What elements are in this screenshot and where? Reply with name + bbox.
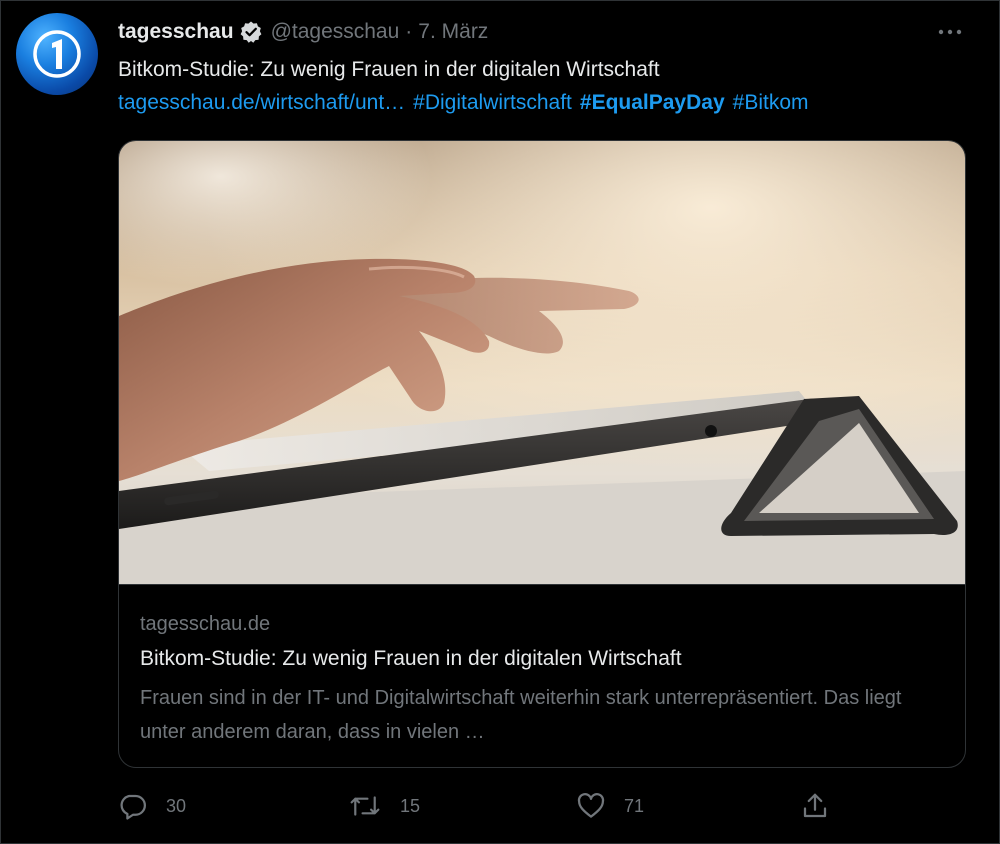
card-domain: tagesschau.de: [140, 613, 271, 635]
author-name[interactable]: tagesschau: [118, 20, 234, 44]
hashtag-digitalwirtschaft[interactable]: #Digitalwirtschaft: [413, 91, 572, 114]
retweet-icon: [350, 796, 380, 816]
share-icon: [803, 793, 827, 818]
retweet-button[interactable]: 15: [348, 788, 420, 824]
ard-logo-icon: [33, 30, 81, 78]
action-bar: 30 15 71: [118, 788, 848, 824]
reply-count: 30: [166, 795, 187, 816]
more-options-button[interactable]: [935, 22, 965, 42]
reply-icon: [120, 794, 146, 820]
link-preview-card[interactable]: tagesschau.de Bitkom-Studie: Zu wenig Fr…: [118, 140, 966, 768]
retweet-count: 15: [400, 795, 421, 816]
hashtag-bitkom[interactable]: #Bitkom: [733, 91, 809, 114]
heart-icon: [577, 793, 605, 818]
article-link[interactable]: tagesschau.de/wirtschaft/unt…: [118, 91, 405, 114]
tweet-links: tagesschau.de/wirtschaft/unt… #Digitalwir…: [118, 89, 817, 117]
card-image[interactable]: [119, 141, 965, 584]
card-description: Frauen sind in der IT- und Digitalwirtsc…: [140, 687, 902, 743]
more-dots-icon: [938, 29, 962, 35]
share-button[interactable]: [800, 788, 848, 824]
card-title: Bitkom-Studie: Zu wenig Frauen in der di…: [140, 647, 682, 670]
tweet-date[interactable]: 7. März: [418, 20, 488, 44]
reply-button[interactable]: 30: [118, 788, 186, 824]
hashtag-equalpayday[interactable]: #EqualPayDay: [580, 91, 725, 114]
author-handle[interactable]: @tagesschau: [271, 20, 400, 44]
avatar[interactable]: [16, 13, 98, 95]
like-count: 71: [624, 795, 645, 816]
tweet-text: Bitkom-Studie: Zu wenig Frauen in der di…: [118, 58, 660, 81]
like-button[interactable]: 71: [576, 788, 644, 824]
verified-badge-icon: [240, 21, 261, 43]
tweet-header: tagesschau @tagesschau · 7. März: [118, 18, 488, 46]
card-meta[interactable]: tagesschau.de Bitkom-Studie: Zu wenig Fr…: [119, 584, 965, 767]
separator: ·: [405, 20, 413, 43]
